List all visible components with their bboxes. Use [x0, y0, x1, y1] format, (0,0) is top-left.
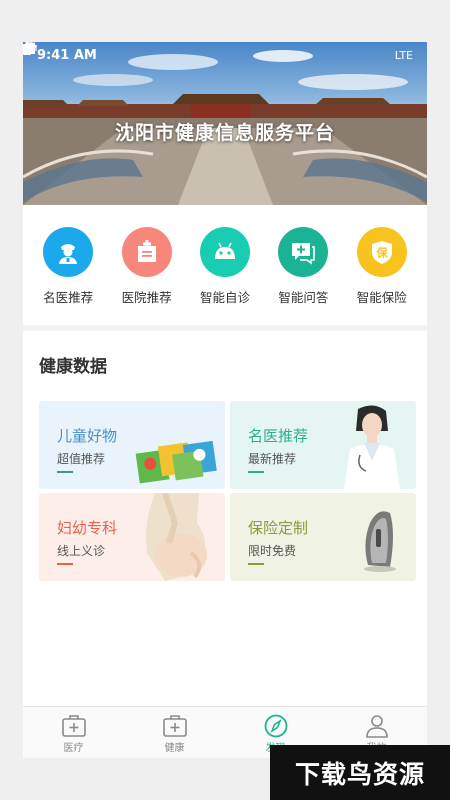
card-famous-doctor[interactable]: 名医推荐 最新推荐 [230, 401, 416, 489]
quick-entry-label: 智能保险 [356, 290, 407, 305]
card-title: 保险定制 [248, 519, 309, 537]
section-title: 健康数据 [39, 357, 107, 377]
quick-entry-label: 名医推荐 [43, 290, 94, 305]
card-accent-bar [248, 563, 264, 565]
quick-entry-famous-doctor[interactable]: 名医推荐 [33, 205, 103, 325]
quick-entry-row: 名医推荐 医院推荐 智能自诊 智能问答 保 智能保险 [23, 205, 427, 325]
card-subtitle: 线上义诊 [57, 544, 106, 558]
user-icon [365, 715, 388, 738]
quick-entry-label: 智能问答 [278, 290, 329, 305]
quick-entry-insurance[interactable]: 保 智能保险 [347, 205, 417, 325]
card-subtitle: 限时免费 [248, 544, 297, 558]
quick-entry-smart-qa[interactable]: 智能问答 [268, 205, 338, 325]
doctor-icon [43, 227, 94, 277]
compass-icon [264, 714, 287, 738]
section-divider [23, 325, 427, 331]
network-type: LTE [394, 48, 413, 62]
books-image [135, 440, 217, 484]
tab-health[interactable]: 健康 [124, 707, 225, 758]
tab-medical[interactable]: 医疗 [23, 707, 124, 758]
battery-icon [23, 42, 31, 55]
card-maternal-specialty[interactable]: 妇幼专科 线上义诊 [39, 493, 225, 581]
status-bar: 9:41 AM LTE [23, 42, 427, 68]
card-accent-bar [57, 471, 73, 473]
quick-entry-label: 医院推荐 [121, 290, 172, 305]
chat-add-icon [278, 227, 329, 277]
card-accent-bar [248, 471, 264, 473]
status-time: 9:41 AM [37, 47, 97, 63]
card-title: 名医推荐 [248, 427, 309, 445]
card-accent-bar [57, 563, 73, 565]
shield-icon: 保 [356, 227, 407, 277]
android-robot-icon [199, 227, 250, 277]
quick-entry-label: 智能自诊 [199, 290, 250, 305]
quick-entry-hospital[interactable]: 医院推荐 [112, 205, 182, 325]
card-children-goods[interactable]: 儿童好物 超值推荐 [39, 401, 225, 489]
quick-entry-self-diagnosis[interactable]: 智能自诊 [190, 205, 260, 325]
watermark: 下载鸟资源 [270, 745, 450, 800]
card-title: 妇幼专科 [57, 519, 118, 537]
tab-label: 医疗 [63, 743, 84, 754]
tab-label: 健康 [164, 743, 185, 754]
phone-screen: 9:41 AM LTE 沈阳市健康信息服务平台 名医推荐 医院推荐 智能自诊 智… [23, 42, 427, 758]
header-banner: 9:41 AM LTE 沈阳市健康信息服务平台 [23, 42, 427, 205]
card-insurance-custom[interactable]: 保险定制 限时免费 [230, 493, 416, 581]
pregnant-woman-image [146, 493, 207, 581]
health-box-icon [162, 715, 187, 737]
doctor-photo [344, 405, 400, 489]
watermark-text: 下载鸟资源 [294, 759, 425, 789]
svg-text:保: 保 [375, 246, 388, 260]
card-subtitle: 超值推荐 [57, 452, 106, 466]
banner-title: 沈阳市健康信息服务平台 [114, 122, 335, 144]
card-subtitle: 最新推荐 [248, 452, 297, 466]
medical-box-icon [61, 715, 86, 737]
card-title: 儿童好物 [57, 427, 118, 445]
device-image [364, 511, 396, 572]
hospital-icon [121, 227, 172, 277]
